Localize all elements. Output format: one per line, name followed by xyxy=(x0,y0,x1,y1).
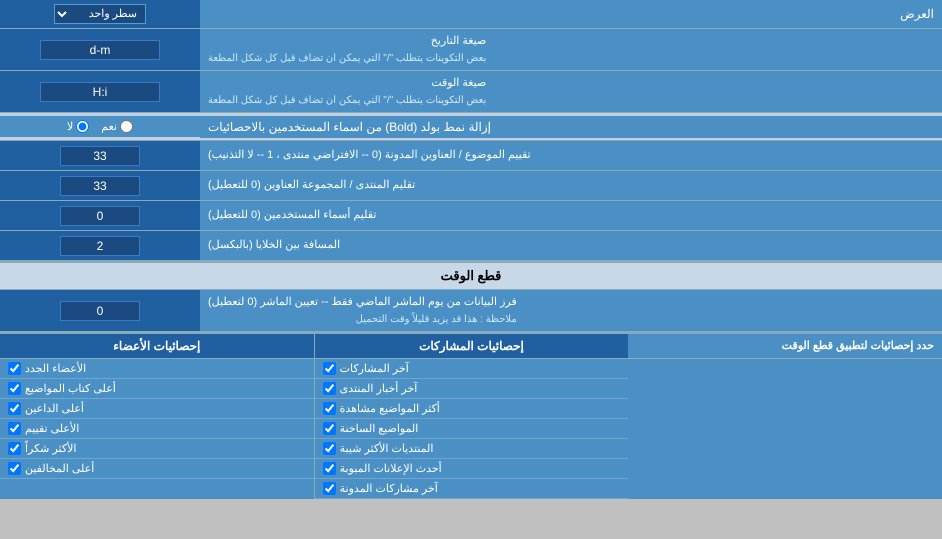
col1-header: إحصائيات المشاركات xyxy=(314,334,629,358)
cb-col2-2[interactable] xyxy=(8,402,21,415)
cb-col1-6[interactable] xyxy=(323,482,336,495)
display-input-cell: سطر واحد متعدد الأسطر xyxy=(0,0,200,28)
radio-yes-text: نعم xyxy=(101,120,117,133)
users-sort-label: تقليم أسماء المستخدمين (0 للتعطيل) xyxy=(200,201,942,230)
cb-col1-0[interactable] xyxy=(323,362,336,375)
cb-col2-5[interactable] xyxy=(8,462,21,475)
topics-sort-row: تقييم الموضوع / العناوين المدونة (0 -- ا… xyxy=(0,141,942,171)
list-item: أكثر المواضيع مشاهدة xyxy=(315,399,629,419)
radio-no-label[interactable]: لا xyxy=(67,120,89,133)
date-format-row: صيغة التاريخ بعض التكوينات يتطلب "/" الت… xyxy=(0,29,942,71)
cb-col1-2[interactable] xyxy=(323,402,336,415)
date-format-input-cell xyxy=(0,29,200,70)
radio-yes[interactable] xyxy=(120,120,133,133)
display-label: العرض xyxy=(200,3,942,25)
list-item: المنتديات الأكثر شيبة xyxy=(315,439,629,459)
list-item: أعلى الداعين xyxy=(0,399,314,419)
cb-col1-4[interactable] xyxy=(323,442,336,455)
list-item: آخر أخبار المنتدى xyxy=(315,379,629,399)
list-item: أعلى كتاب المواضيع xyxy=(0,379,314,399)
bold-remove-label: إزالة نمط بولد (Bold) من اسماء المستخدمي… xyxy=(200,116,942,138)
topics-sort-label: تقييم الموضوع / العناوين المدونة (0 -- ا… xyxy=(200,141,942,170)
forum-sort-input[interactable] xyxy=(60,176,140,196)
cb-col1-5[interactable] xyxy=(323,462,336,475)
checkbox-stats-label: حدد إحصائيات لتطبيق قطع الوقت xyxy=(628,334,942,358)
list-item: أعلى المخالفين xyxy=(0,459,314,479)
cb-col2-1[interactable] xyxy=(8,382,21,395)
cell-spacing-input[interactable] xyxy=(60,236,140,256)
display-select[interactable]: سطر واحد متعدد الأسطر xyxy=(54,4,146,24)
forum-sort-label: تقليم المنتدى / المجموعة العناوين (0 للت… xyxy=(200,171,942,200)
display-row: العرض سطر واحد متعدد الأسطر xyxy=(0,0,942,29)
cb-col1-1[interactable] xyxy=(323,382,336,395)
users-sort-input-cell xyxy=(0,201,200,230)
col1-list: آخر المشاركات آخر أخبار المنتدى أكثر الم… xyxy=(314,359,629,499)
checkbox-body: آخر المشاركات آخر أخبار المنتدى أكثر الم… xyxy=(0,359,942,499)
time-cut-row: فرز البيانات من يوم الماشر الماضي فقط --… xyxy=(0,290,942,332)
bold-remove-row: إزالة نمط بولد (Bold) من اسماء المستخدمي… xyxy=(0,113,942,141)
radio-no[interactable] xyxy=(76,120,89,133)
list-item: الأعلى تقييم xyxy=(0,419,314,439)
list-item: الأكثر شكراً xyxy=(0,439,314,459)
users-sort-row: تقليم أسماء المستخدمين (0 للتعطيل) xyxy=(0,201,942,231)
forum-sort-input-cell xyxy=(0,171,200,200)
time-format-input[interactable] xyxy=(40,82,160,102)
bold-remove-input-cell: نعم لا xyxy=(0,116,200,137)
date-format-label: صيغة التاريخ بعض التكوينات يتطلب "/" الت… xyxy=(200,29,942,70)
time-format-row: صيغة الوقت بعض التكوينات يتطلب "/" التي … xyxy=(0,71,942,113)
date-format-input[interactable] xyxy=(40,40,160,60)
list-item: أحدث الإعلانات المبوبة xyxy=(315,459,629,479)
col2-header: إحصائيات الأعضاء xyxy=(0,334,314,358)
topics-sort-input-cell xyxy=(0,141,200,170)
cell-spacing-label: المسافة بين الخلايا (بالبكسل) xyxy=(200,231,942,260)
time-cut-input[interactable] xyxy=(60,301,140,321)
cell-spacing-input-cell xyxy=(0,231,200,260)
main-container: العرض سطر واحد متعدد الأسطر صيغة التاريخ… xyxy=(0,0,942,499)
checkbox-section: حدد إحصائيات لتطبيق قطع الوقت إحصائيات ا… xyxy=(0,332,942,499)
list-item: آخر مشاركات المدونة xyxy=(315,479,629,499)
cell-spacing-row: المسافة بين الخلايا (بالبكسل) xyxy=(0,231,942,261)
cb-col2-4[interactable] xyxy=(8,442,21,455)
list-item: الأعضاء الجدد xyxy=(0,359,314,379)
cb-col1-3[interactable] xyxy=(323,422,336,435)
cb-col2-0[interactable] xyxy=(8,362,21,375)
time-format-label: صيغة الوقت بعض التكوينات يتطلب "/" التي … xyxy=(200,71,942,112)
time-cut-label: فرز البيانات من يوم الماشر الماضي فقط --… xyxy=(200,290,942,331)
users-sort-input[interactable] xyxy=(60,206,140,226)
topics-sort-input[interactable] xyxy=(60,146,140,166)
checkbox-headers: حدد إحصائيات لتطبيق قطع الوقت إحصائيات ا… xyxy=(0,334,942,359)
radio-no-text: لا xyxy=(67,120,73,133)
cb-col2-3[interactable] xyxy=(8,422,21,435)
time-format-input-cell xyxy=(0,71,200,112)
list-item: المواضيع الساخنة xyxy=(315,419,629,439)
forum-sort-row: تقليم المنتدى / المجموعة العناوين (0 للت… xyxy=(0,171,942,201)
empty-left-col xyxy=(628,359,942,499)
col2-list: الأعضاء الجدد أعلى كتاب المواضيع أعلى ال… xyxy=(0,359,314,499)
time-section-header: قطع الوقت xyxy=(0,261,942,290)
radio-yes-label[interactable]: نعم xyxy=(101,120,133,133)
time-cut-input-cell xyxy=(0,290,200,331)
list-item: آخر المشاركات xyxy=(315,359,629,379)
